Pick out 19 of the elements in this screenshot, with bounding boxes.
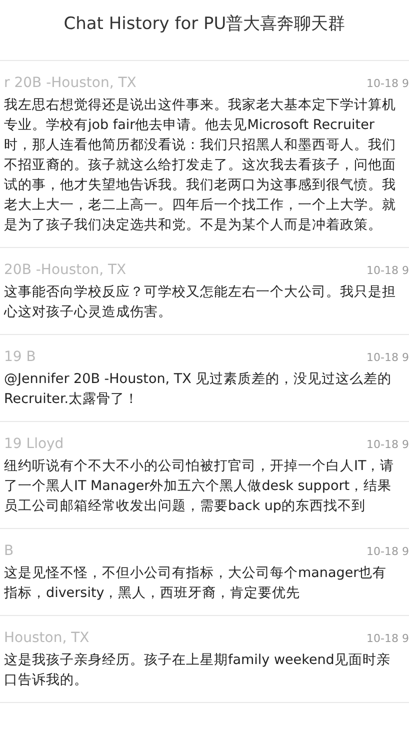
sender-name: Houston, TX (4, 630, 90, 646)
message-time: 10-18 9 (366, 77, 409, 90)
sender-name: 19 B (4, 349, 36, 365)
message-text: 纽约听说有个不大不小的公司怕被打官司，开掉一个白人IT，请了一个黑人IT Manager外加五六个黑人做desk support，结果员工公司邮箱经常收发出问题，需要back up的东西找不到 (4, 457, 396, 516)
message-text: @Jennifer 20B -Houston, TX 见过素质差的，没见过这么差的Recruiter.太露骨了！ (4, 370, 393, 409)
sender-name: B (4, 543, 14, 559)
message-text: 这事能否向学校反应？可学校又怎能左右一个大公司。我只是担心这对孩子心灵造成伤害。 (4, 283, 397, 322)
message-time: 10-18 9 (366, 351, 409, 364)
message-text: 这是见怪不怪，不但小公司有指标，大公司每个manager也有指标，diversity，黑人，西班牙裔，肯定要优先 (4, 564, 388, 603)
sender-name: r 20B -Houston, TX (4, 75, 136, 91)
message-text: 这是我孩子亲身经历。孩子在上星期family weekend见面时亲口告诉我的。 (4, 651, 392, 690)
message-text: 我左思右想觉得还是说出这件事来。我家老大基本定下学计算机专业。学校有job fair他去申请。他去见Microsoft Recruiter时，那人连看他简历都没看说：我们只招黑人和墨西哥人。我们不招亚裔的。孩子就这么给打发走了。这次我去看孩子，问他面试的事，他才失望地告诉我。我们老两口为这事感到很气愤。我老大上大一，老二上高一。四年后一个找工作，一个上大学。就是为了孩子我们决定选共和党。不是为某个人而是冲着政策。 (4, 96, 397, 235)
message-time: 10-18 9 (366, 438, 409, 451)
message-time: 10-18 9 (366, 632, 409, 645)
sender-name: 19 Lloyd (4, 436, 64, 452)
message-time: 10-18 9 (366, 545, 409, 558)
message-time: 10-18 9 (366, 264, 409, 277)
page-title: Chat History for PU普大喜奔聊天群 (0, 0, 409, 61)
sender-name: 20B -Houston, TX (4, 262, 126, 278)
